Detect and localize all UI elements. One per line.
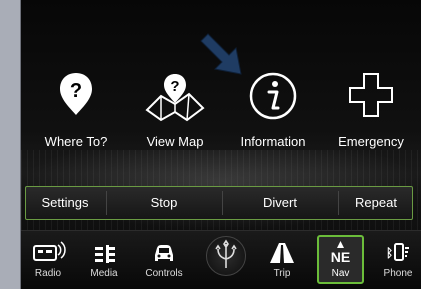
medical-cross-icon bbox=[349, 73, 393, 117]
bottom-label: Trip bbox=[273, 268, 291, 279]
folded-map-icon: ? bbox=[145, 74, 205, 122]
phone-icon: ᛒ bbox=[386, 243, 409, 261]
menu-item-information[interactable]: Information bbox=[228, 70, 318, 149]
bottom-label: Phone bbox=[383, 268, 413, 279]
svg-text:?: ? bbox=[170, 78, 179, 95]
stop-button[interactable]: Stop bbox=[108, 187, 220, 219]
repeat-button[interactable]: Repeat bbox=[340, 187, 412, 219]
menu-item-where-to[interactable]: ? Where To? bbox=[31, 70, 121, 149]
bottom-label: Nav bbox=[331, 268, 350, 279]
bottom-item-controls[interactable]: Controls bbox=[141, 231, 187, 287]
bottom-item-trip[interactable]: Trip bbox=[259, 231, 305, 287]
bottom-label: Media bbox=[90, 268, 118, 279]
menu-label: Emergency bbox=[338, 134, 404, 149]
menu-label: Where To? bbox=[44, 134, 108, 149]
bottom-bar: Radio Media Controls Trip NE Nav ᛒ Phone bbox=[21, 230, 421, 289]
menu-item-view-map[interactable]: ? View Map bbox=[130, 70, 220, 149]
map-pin-icon: ? bbox=[60, 73, 92, 115]
bottom-item-nav[interactable]: NE Nav bbox=[317, 235, 364, 284]
menu-item-emergency[interactable]: Emergency bbox=[326, 70, 416, 149]
radio-icon bbox=[33, 241, 66, 261]
bottom-item-radio[interactable]: Radio bbox=[25, 231, 71, 287]
bottom-item-media[interactable]: Media bbox=[81, 231, 127, 287]
heading-text: NE bbox=[330, 249, 351, 265]
car-icon bbox=[155, 245, 173, 261]
menu-label: Information bbox=[240, 134, 306, 149]
side-rail bbox=[0, 0, 20, 289]
trident-logo bbox=[215, 239, 237, 268]
divider bbox=[106, 191, 107, 215]
road-icon bbox=[270, 243, 294, 263]
info-icon bbox=[249, 72, 297, 120]
divider bbox=[222, 191, 223, 215]
divider bbox=[338, 191, 339, 215]
bottom-label: Radio bbox=[34, 268, 62, 279]
settings-button[interactable]: Settings bbox=[26, 187, 104, 219]
menu-label: View Map bbox=[146, 134, 204, 149]
home-logo-button[interactable] bbox=[206, 236, 246, 276]
svg-text:?: ? bbox=[70, 80, 82, 102]
divert-button[interactable]: Divert bbox=[224, 187, 336, 219]
soft-button-row: Settings Stop Divert Repeat bbox=[25, 186, 413, 220]
media-icon bbox=[95, 245, 115, 263]
screenshot-stage: ? Where To? ? View Map Information Emerg… bbox=[0, 0, 427, 289]
nav-screen: ? Where To? ? View Map Information Emerg… bbox=[21, 0, 421, 289]
bottom-label: Controls bbox=[145, 268, 183, 279]
svg-text:ᛒ: ᛒ bbox=[386, 246, 393, 260]
bottom-item-phone[interactable]: ᛒ Phone bbox=[375, 231, 421, 287]
